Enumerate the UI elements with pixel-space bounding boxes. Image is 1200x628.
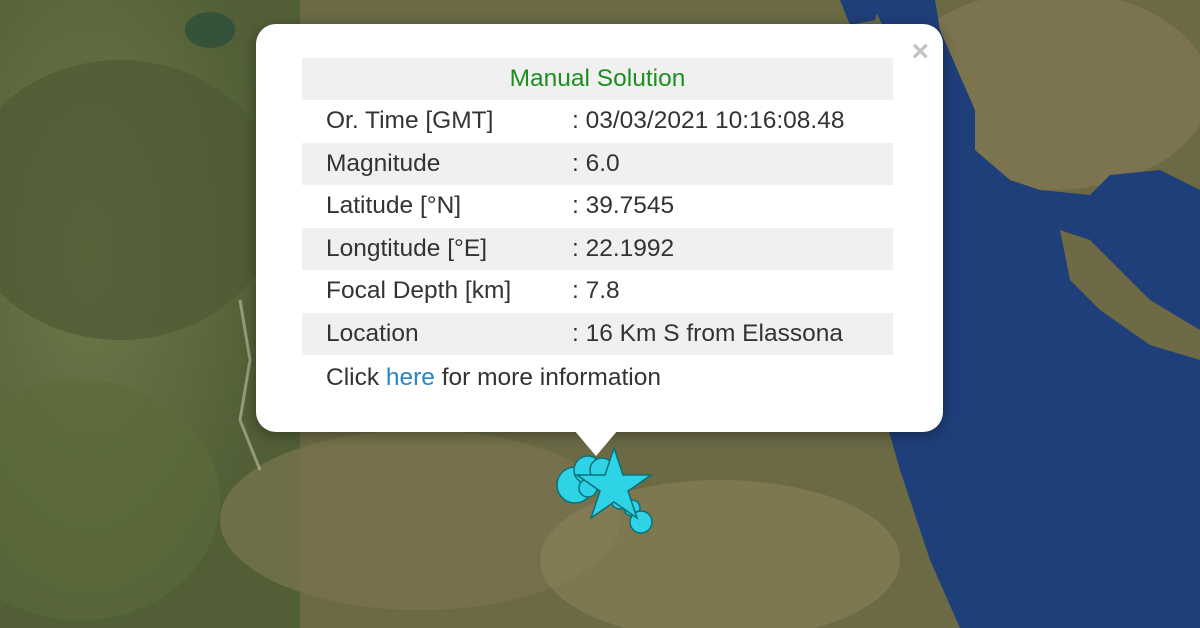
row-value: : 22.1992 — [572, 227, 893, 270]
row-value: : 16 Km S from Elassona — [572, 312, 893, 355]
earthquake-info-popup: × Manual Solution Or. Time [GMT] : 03/03… — [256, 24, 943, 432]
earthquake-info-table: Manual Solution Or. Time [GMT] : 03/03/2… — [302, 58, 893, 355]
row-label: Latitude [°N] — [326, 192, 462, 220]
row-value: : 03/03/2021 10:16:08.48 — [572, 107, 845, 135]
more-info-suffix: for more information — [434, 364, 661, 391]
row-label: Location — [302, 312, 572, 355]
row-label: Focal Depth [km] — [326, 277, 512, 305]
close-icon[interactable]: × — [911, 32, 929, 72]
row-label: Magnitude — [302, 142, 572, 185]
row-value: : 7.8 — [572, 277, 620, 305]
more-info-link[interactable]: here — [386, 364, 435, 391]
more-info-text: Click here for more information — [326, 364, 661, 392]
popup-tip — [574, 430, 618, 456]
row-label: Or. Time [GMT] — [326, 107, 494, 135]
more-info-prefix: Click — [326, 364, 386, 391]
popup-title: Manual Solution — [302, 58, 893, 100]
row-value: : 6.0 — [572, 142, 893, 185]
row-value: : 39.7545 — [572, 192, 675, 220]
lake — [185, 12, 235, 48]
row-label: Longtitude [°E] — [302, 227, 572, 270]
